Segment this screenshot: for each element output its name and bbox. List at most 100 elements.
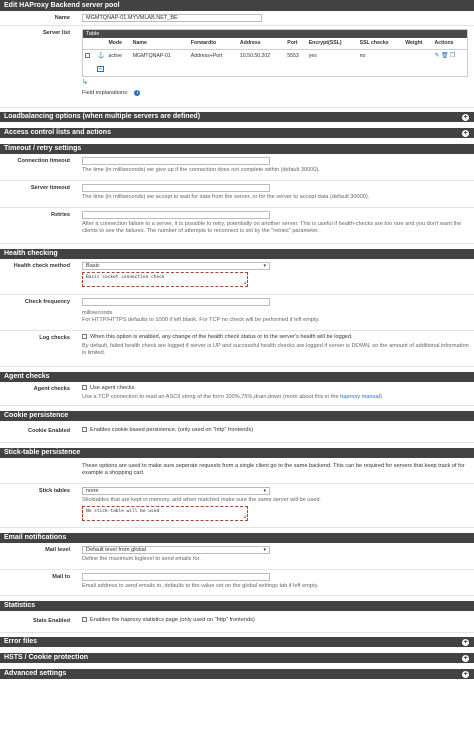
health-method-select[interactable]: Basic ▾ bbox=[82, 262, 270, 270]
mail-level-select[interactable]: Default level from global ▾ bbox=[82, 546, 270, 554]
check-frequency-input[interactable] bbox=[82, 298, 270, 306]
cell-port: 5553 bbox=[287, 53, 299, 59]
section-hsts[interactable]: HSTS / Cookie protection + bbox=[0, 653, 474, 663]
server-list-row: Server list Table Mode Name Forwardto Ad… bbox=[0, 26, 474, 108]
section-loadbalancing[interactable]: Loadbalancing options (when multiple ser… bbox=[0, 112, 474, 122]
agent-checks-label: Agent checks bbox=[33, 386, 70, 392]
info-icon[interactable]: i bbox=[134, 90, 141, 97]
row-select-checkbox[interactable] bbox=[85, 53, 90, 58]
cell-encrypt: yes bbox=[308, 53, 317, 59]
mail-to-row: Mail to Email address to send emails to,… bbox=[0, 570, 474, 596]
section-agent: Agent checks bbox=[0, 372, 474, 382]
retries-row: Retries After a connection failure to a … bbox=[0, 208, 474, 244]
check-frequency-desc: For HTTP/HTTPS defaults to 1000 if left … bbox=[82, 316, 320, 323]
col-weight: Weight bbox=[403, 38, 433, 50]
plus-circle-icon[interactable]: + bbox=[462, 129, 469, 137]
stick-tables-box: No stick-table will be used ◢ bbox=[82, 505, 248, 521]
cell-address: 10.50.50.202 bbox=[239, 53, 271, 59]
cookie-checkbox[interactable] bbox=[82, 427, 87, 432]
agent-checks-checkbox[interactable] bbox=[82, 385, 87, 390]
col-encrypt: Encrypt(SSL) bbox=[306, 38, 358, 50]
cell-weight bbox=[403, 49, 432, 63]
plus-circle-icon[interactable]: + bbox=[462, 670, 469, 678]
col-port: Port bbox=[285, 38, 307, 50]
stats-label: Stats Enabled bbox=[33, 618, 70, 624]
chevron-down-icon: ▾ bbox=[263, 263, 266, 269]
delete-icon[interactable]: 🗑 bbox=[441, 53, 449, 61]
section-advanced[interactable]: Advanced settings + bbox=[0, 669, 474, 679]
health-method-label: Health check method bbox=[13, 263, 70, 269]
log-checks-row: Log checks When this option is enabled, … bbox=[0, 331, 474, 367]
server-table: Table Mode Name Forwardto Address Port E… bbox=[82, 29, 468, 77]
stats-row: Stats Enabled Enables the haproxy statis… bbox=[0, 611, 474, 633]
cell-forwardto: Address+Port bbox=[190, 53, 223, 59]
copy-icon[interactable]: ❐ bbox=[450, 53, 455, 61]
stats-text: Enables the haproxy statistics page (onl… bbox=[90, 617, 255, 623]
mail-level-desc: Define the maximum loglevel to send emai… bbox=[82, 556, 201, 562]
connection-timeout-input[interactable] bbox=[82, 157, 270, 165]
chevron-down-icon: ▾ bbox=[263, 488, 266, 494]
table-caption: Table bbox=[83, 30, 467, 38]
mail-to-input[interactable] bbox=[82, 573, 270, 581]
name-row: Name MGMTQNAP-01.MYVMLAB.NET_BE bbox=[0, 11, 474, 26]
log-checks-desc: By default, failed health check are logg… bbox=[82, 342, 469, 356]
section-health: Health checking bbox=[0, 249, 474, 259]
stick-intro-row: These options are used to make sure sepe… bbox=[0, 458, 474, 484]
stick-tables-select[interactable]: none ▾ bbox=[82, 487, 270, 495]
agent-checks-row: Agent checks Use agent checks Use a TCP … bbox=[0, 382, 474, 406]
table-row: ⚓ active MGMTQNAP-01 Address+Port 10.50.… bbox=[83, 49, 467, 63]
plus-circle-icon[interactable]: + bbox=[462, 113, 469, 121]
anchor-icon[interactable]: ⚓ bbox=[97, 53, 104, 61]
mail-to-label: Mail to bbox=[52, 574, 70, 580]
arrow-down-icon[interactable]: ↳ bbox=[82, 79, 88, 88]
stats-checkbox[interactable] bbox=[82, 617, 87, 622]
cell-name: MGMTQNAP-01 bbox=[132, 53, 171, 59]
server-timeout-row: Server timeout The time (in milliseconds… bbox=[0, 181, 474, 208]
health-method-row: Health check method Basic ▾ Basic socket … bbox=[0, 259, 474, 295]
health-method-box: Basic socket connection check ◢ bbox=[82, 272, 248, 287]
log-checks-text: When this option is enabled, any change … bbox=[90, 334, 353, 340]
server-timeout-label: Server timeout bbox=[30, 185, 70, 191]
mail-to-desc: Email address to send emails to, default… bbox=[82, 583, 319, 589]
col-forwardto: Forwardto bbox=[188, 38, 238, 50]
section-stick: Stick-table persistence bbox=[0, 448, 474, 458]
retries-label: Retries bbox=[51, 212, 70, 218]
name-input[interactable]: MGMTQNAP-01.MYVMLAB.NET_BE bbox=[82, 14, 262, 22]
check-frequency-unit: milliseconds bbox=[82, 310, 113, 316]
stick-tables-label: Stick tables bbox=[38, 488, 70, 494]
connection-timeout-desc: The time (in milliseconds) we give up if… bbox=[82, 167, 320, 173]
haproxy-manual-link[interactable]: haproxy manual bbox=[340, 394, 380, 400]
section-cookie: Cookie persistence bbox=[0, 411, 474, 421]
col-address: Address bbox=[237, 38, 286, 50]
plus-circle-icon[interactable]: + bbox=[462, 654, 469, 662]
check-frequency-row: Check frequency milliseconds For HTTP/HT… bbox=[0, 295, 474, 331]
col-mode: Mode bbox=[106, 38, 131, 50]
stick-tables-desc: Sticktables that are kept in memory, and… bbox=[82, 497, 321, 503]
resize-grip-icon[interactable]: ◢ bbox=[243, 280, 246, 286]
mail-level-row: Mail level Default level from global ▾ De… bbox=[0, 543, 474, 570]
plus-circle-icon[interactable]: + bbox=[462, 638, 469, 646]
server-timeout-input[interactable] bbox=[82, 184, 270, 192]
cell-ssl-checks: no bbox=[359, 53, 366, 59]
connection-timeout-label: Connection timeout bbox=[17, 158, 70, 164]
section-timeout: Timeout / retry settings bbox=[0, 144, 474, 154]
retries-input[interactable] bbox=[82, 211, 270, 219]
cell-mode: active bbox=[108, 53, 123, 59]
stick-tables-row: Stick tables none ▾ Sticktables that are … bbox=[0, 484, 474, 528]
log-checks-label: Log checks bbox=[39, 335, 70, 341]
stick-intro: These options are used to make sure sepe… bbox=[82, 463, 465, 476]
panel-title: Edit HAProxy Backend server pool bbox=[0, 0, 474, 11]
check-frequency-label: Check frequency bbox=[24, 299, 70, 305]
col-name: Name bbox=[130, 38, 189, 50]
log-checks-checkbox[interactable] bbox=[82, 334, 87, 339]
section-stats: Statistics bbox=[0, 601, 474, 611]
mail-level-label: Mail level bbox=[45, 547, 70, 553]
section-email: Email notifications bbox=[0, 533, 474, 543]
section-errors[interactable]: Error files + bbox=[0, 637, 474, 647]
plus-square-icon[interactable]: + bbox=[97, 66, 104, 72]
col-actions: Actions bbox=[432, 38, 467, 50]
resize-grip-icon[interactable]: ◢ bbox=[243, 514, 246, 520]
edit-icon[interactable]: ✎ bbox=[434, 53, 439, 61]
section-acl[interactable]: Access control lists and actions + bbox=[0, 128, 474, 138]
cookie-text: Enables cookie based persistence. (only … bbox=[90, 427, 254, 433]
